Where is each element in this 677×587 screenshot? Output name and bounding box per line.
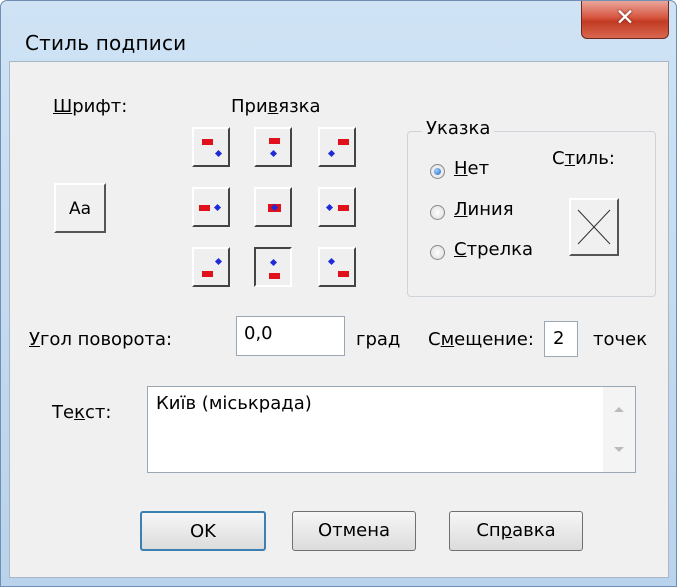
label-marker-icon (269, 273, 280, 279)
anchor-bottom-left-button[interactable] (192, 247, 230, 287)
anchor-top-left-button[interactable] (192, 127, 230, 167)
scroll-up-icon[interactable] (614, 407, 624, 412)
label-marker-icon (338, 205, 349, 211)
window-title: Стиль подписи (25, 31, 187, 55)
text-scrollbar[interactable] (603, 387, 635, 472)
anchor-point-icon (269, 149, 278, 158)
anchor-middle-right-button[interactable] (318, 187, 356, 227)
leader-line-radio[interactable] (430, 205, 445, 220)
anchor-point-icon (269, 258, 278, 267)
font-button[interactable]: Аа (54, 183, 106, 233)
anchor-point-icon (327, 149, 336, 158)
scroll-down-icon[interactable] (614, 447, 624, 452)
offset-unit: точек (593, 329, 648, 350)
leader-group-label: Указка (422, 118, 495, 139)
offset-label: Смещение: (428, 329, 534, 350)
anchor-top-center-button[interactable] (254, 127, 292, 167)
leader-none-label[interactable]: Нет (454, 158, 489, 179)
anchor-point-icon (214, 149, 223, 158)
close-icon: ✕ (615, 5, 635, 31)
cross-icon (577, 209, 611, 245)
leader-line-label[interactable]: Линия (454, 199, 514, 220)
rotation-label: Угол поворота: (29, 329, 173, 350)
rotation-unit: град (356, 329, 401, 350)
text-value: Київ (міськрада) (156, 393, 312, 414)
cancel-button[interactable]: Отмена (292, 511, 416, 551)
anchor-bottom-right-button[interactable] (318, 247, 356, 287)
leader-style-button[interactable] (569, 198, 619, 256)
font-label: Шрифт: (53, 96, 128, 117)
dialog-window: Стиль подписи ✕ Шрифт: Аа Привязка Указк… (0, 0, 677, 587)
text-input[interactable]: Київ (міськрада) (147, 386, 636, 473)
offset-input[interactable]: 2 (544, 321, 578, 357)
text-label: Текст: (52, 402, 112, 423)
anchor-label: Привязка (231, 96, 321, 117)
label-marker-icon (202, 271, 213, 277)
anchor-point-icon (213, 203, 222, 212)
leader-none-radio[interactable] (430, 164, 445, 179)
leader-style-label: Стиль: (552, 148, 615, 169)
ok-button[interactable]: OK (140, 511, 266, 551)
rotation-input[interactable]: 0,0 (236, 316, 345, 356)
anchor-point-icon (327, 257, 336, 266)
anchor-bottom-center-button[interactable] (254, 247, 292, 287)
leader-arrow-radio[interactable] (430, 245, 445, 260)
anchor-center-button[interactable] (254, 187, 292, 227)
label-marker-icon (269, 138, 280, 144)
anchor-point-icon (214, 257, 223, 266)
label-marker-icon (199, 205, 210, 211)
close-button[interactable]: ✕ (581, 1, 669, 39)
anchor-point-icon (325, 203, 334, 212)
label-marker-icon (202, 139, 213, 145)
dialog-client-area: Шрифт: Аа Привязка Указка Нет Линия Стре… (9, 61, 669, 578)
anchor-middle-left-button[interactable] (192, 187, 230, 227)
title-bar[interactable]: Стиль подписи ✕ (1, 1, 676, 61)
leader-arrow-label[interactable]: Стрелка (454, 239, 533, 260)
label-marker-icon (338, 271, 349, 277)
help-button[interactable]: Справка (449, 511, 583, 551)
label-marker-icon (338, 139, 349, 145)
anchor-top-right-button[interactable] (318, 127, 356, 167)
